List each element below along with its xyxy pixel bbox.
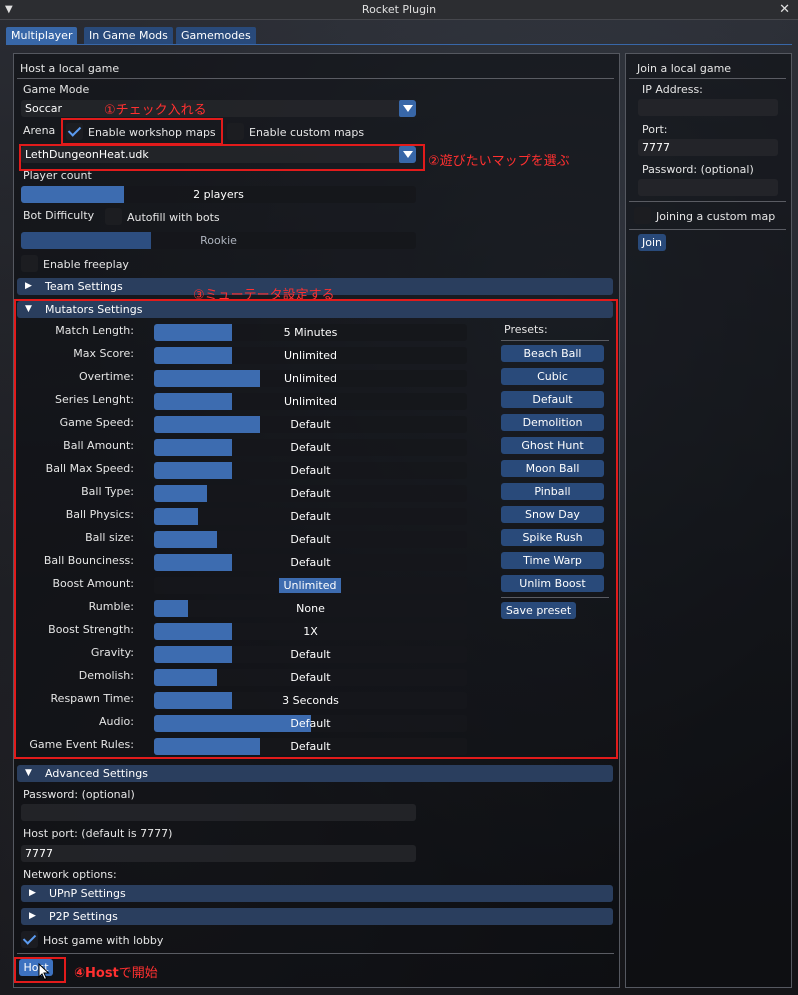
p2p-settings-header[interactable]: ▶ P2P Settings <box>21 908 613 925</box>
host-port-input[interactable]: 7777 <box>21 845 416 862</box>
port-label: Port: <box>642 123 668 136</box>
joining-custom-map-label: Joining a custom map <box>656 210 776 223</box>
join-panel-title: Join a local game <box>637 62 732 75</box>
annotation-step4-strong: ④Host <box>74 966 119 981</box>
join-button[interactable]: Join <box>638 234 666 251</box>
host-with-lobby-checkbox[interactable] <box>21 931 38 948</box>
arena-label: Arena <box>23 124 56 137</box>
annotation-step4: ④Hostで開始 <box>74 962 158 981</box>
enable-freeplay-checkbox[interactable] <box>21 255 38 272</box>
autofill-bots-checkbox[interactable] <box>105 208 122 225</box>
tab-underline <box>6 44 792 45</box>
enable-freeplay-label: Enable freeplay <box>43 258 129 271</box>
annotation-step1: ①チェック入れる <box>104 103 207 118</box>
annotation-box-map <box>19 144 425 171</box>
window-titlebar[interactable]: ▼ Rocket Plugin ✕ <box>0 0 798 20</box>
chevron-down-icon[interactable] <box>399 100 416 117</box>
host-panel-title: Host a local game <box>20 62 120 75</box>
p2p-settings-label: P2P Settings <box>49 910 118 923</box>
triangle-right-icon: ▶ <box>25 281 32 291</box>
divider <box>629 78 786 79</box>
game-mode-combo[interactable]: Soccar <box>21 100 416 117</box>
join-password-label: Password: (optional) <box>642 163 754 176</box>
host-password-label: Password: (optional) <box>23 788 135 801</box>
game-mode-value: Soccar <box>25 102 63 115</box>
tab-multiplayer[interactable]: Multiplayer <box>6 27 78 44</box>
tab-in-game-mods[interactable]: In Game Mods <box>84 27 173 44</box>
bot-difficulty-value: Rookie <box>200 234 237 247</box>
enable-custom-maps-label: Enable custom maps <box>249 126 365 139</box>
host-with-lobby-label: Host game with lobby <box>43 934 164 947</box>
host-password-input[interactable] <box>21 804 416 821</box>
joining-custom-map-checkbox[interactable] <box>634 207 651 224</box>
host-port-label: Host port: (default is 7777) <box>23 827 173 840</box>
window-title: Rocket Plugin <box>361 3 437 16</box>
divider <box>629 229 786 230</box>
port-input[interactable]: 7777 <box>638 139 778 156</box>
game-mode-label: Game Mode <box>23 83 90 96</box>
advanced-settings-label: Advanced Settings <box>45 767 148 780</box>
advanced-settings-header[interactable]: ▼ Advanced Settings <box>17 765 613 782</box>
close-icon[interactable]: ✕ <box>779 0 790 19</box>
upnp-settings-label: UPnP Settings <box>49 887 126 900</box>
triangle-down-icon[interactable]: ▼ <box>5 0 13 19</box>
join-password-input[interactable] <box>638 179 778 196</box>
upnp-settings-header[interactable]: ▶ UPnP Settings <box>21 885 613 902</box>
bot-difficulty-label: Bot Difficulty <box>23 209 95 222</box>
ip-address-input[interactable] <box>638 99 778 116</box>
divider <box>17 78 614 79</box>
annotation-step2: ②遊びたいマップを選ぶ <box>428 154 570 169</box>
network-options-label: Network options: <box>23 868 117 881</box>
annotation-step4-rest: で開始 <box>118 966 158 981</box>
player-count-slider[interactable]: 2 players <box>21 186 416 203</box>
tab-gamemodes[interactable]: Gamemodes <box>176 27 256 44</box>
triangle-down-icon: ▼ <box>25 768 32 778</box>
divider <box>629 201 786 202</box>
mouse-cursor-icon <box>38 963 50 981</box>
player-count-value: 2 players <box>193 188 244 201</box>
divider <box>17 953 614 954</box>
team-settings-label: Team Settings <box>45 280 123 293</box>
annotation-box-workshop <box>61 118 223 145</box>
bot-difficulty-slider[interactable]: Rookie <box>21 232 416 249</box>
triangle-right-icon: ▶ <box>29 911 36 921</box>
annotation-box-mutators <box>14 299 618 759</box>
ip-address-label: IP Address: <box>642 83 703 96</box>
autofill-bots-label: Autofill with bots <box>127 211 220 224</box>
enable-custom-maps-checkbox[interactable] <box>227 123 244 140</box>
triangle-right-icon: ▶ <box>29 888 36 898</box>
